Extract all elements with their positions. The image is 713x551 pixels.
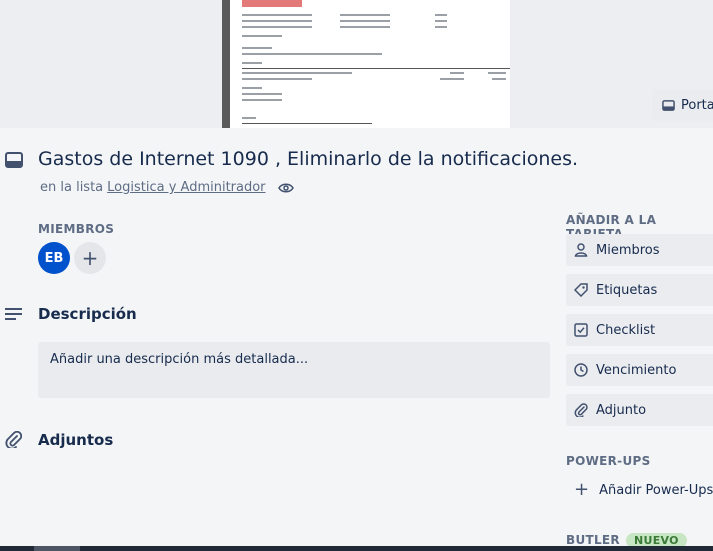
add-powerups-label: Añadir Power-Ups	[599, 482, 713, 498]
paperclip-icon	[5, 431, 22, 448]
cover-button-label: Porta	[681, 97, 713, 113]
cover-document-thumbnail	[230, 0, 510, 128]
add-powerups-button[interactable]: + Añadir Power-Ups	[566, 474, 713, 506]
cover-image[interactable]	[222, 0, 510, 128]
paperclip-icon	[574, 403, 588, 417]
sidebar-checklist-button[interactable]: Checklist	[566, 314, 713, 346]
sidebar-members-label: Miembros	[596, 242, 660, 258]
sidebar-labels-label: Etiquetas	[596, 282, 658, 298]
plus-icon: +	[574, 479, 590, 500]
description-input[interactable]: Añadir una descripción más detallada...	[38, 342, 550, 398]
powerups-label: POWER-UPS	[566, 454, 651, 468]
cover-button[interactable]: Porta	[652, 89, 713, 121]
list-link[interactable]: Logistica y Adminitrador	[107, 180, 265, 195]
card-list-info: en la lista Logistica y Adminitrador	[40, 180, 294, 195]
list-prefix: en la lista	[40, 180, 104, 195]
card-icon	[5, 152, 23, 168]
attachments-title: Adjuntos	[38, 431, 114, 449]
scrollbar-thumb[interactable]	[34, 546, 80, 551]
sidebar-due-date-label: Vencimiento	[596, 362, 677, 378]
person-icon	[574, 243, 588, 257]
sidebar-attachment-label: Adjunto	[596, 402, 647, 418]
card-cover-icon	[662, 99, 675, 111]
card-cover: Porta	[0, 0, 713, 128]
sidebar-attachment-button[interactable]: Adjunto	[566, 394, 713, 426]
description-title: Descripción	[38, 305, 137, 323]
bottom-scrollbar[interactable]	[0, 546, 713, 551]
sidebar-labels-button[interactable]: Etiquetas	[566, 274, 713, 306]
clock-icon	[574, 363, 588, 377]
tag-icon	[574, 283, 588, 297]
checkbox-icon	[574, 323, 588, 337]
description-icon	[5, 308, 22, 320]
eye-icon[interactable]	[277, 182, 294, 194]
sidebar-checklist-label: Checklist	[596, 322, 656, 338]
avatar[interactable]: EB	[38, 242, 70, 274]
add-member-button[interactable]: +	[74, 242, 106, 274]
sidebar-members-button[interactable]: Miembros	[566, 234, 713, 266]
sidebar-due-date-button[interactable]: Vencimiento	[566, 354, 713, 386]
card-title[interactable]: Gastos de Internet 1090 , Eliminarlo de …	[38, 148, 578, 170]
members-label: MIEMBROS	[38, 222, 115, 236]
